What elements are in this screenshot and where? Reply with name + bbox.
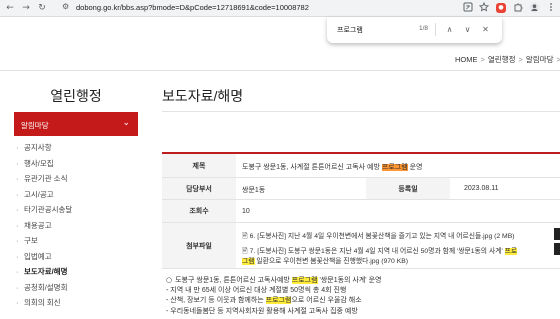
attach-label: 첨부파일 bbox=[162, 223, 236, 268]
table-row-attachments: 첨부파일 🖹 6. [도봉사진] 지난 4월 4일 우이천변에서 봄꽃산책을 즐기… bbox=[162, 223, 560, 269]
breadcrumb-divider bbox=[0, 70, 560, 71]
sidebar-item-legislation[interactable]: · 입법예고 bbox=[14, 249, 138, 265]
menu-icon[interactable] bbox=[545, 2, 557, 14]
sidebar-item-public-notice-delivery[interactable]: · 타기관공시송달 bbox=[14, 202, 138, 218]
article-body: ○ 도봉구 쌍문1동, 튼튼어르신 고독사예방 프로그램 '쌍문1동의 사계' 운… bbox=[166, 275, 560, 317]
find-bar: 프로그램 1/8 ∧ ∨ ✕ bbox=[327, 17, 502, 43]
attachment-link-7-cont[interactable]: 그램 일환으로 우이천변 봄꽃산책을 진행했다.jpg (970 KB) bbox=[242, 255, 408, 265]
body-line-1: ○ 도봉구 쌍문1동, 튼튼어르신 고독사예방 프로그램 '쌍문1동의 사계' 운… bbox=[166, 276, 382, 284]
page-title: 보도자료/해명 bbox=[162, 88, 244, 104]
breadcrumb-home[interactable]: HOME bbox=[455, 55, 478, 64]
sidebar-item-jobs[interactable]: · 채용공고 bbox=[14, 218, 138, 234]
sidebar-item-hearings[interactable]: · 공청회/설명회 bbox=[14, 280, 138, 296]
find-divider bbox=[435, 23, 436, 36]
body-line-3: - 산책, 장보기 등 이웃과 함께하는 프로그램으로 어르신 우울감 해소 bbox=[166, 297, 362, 304]
sidebar-item-announcements[interactable]: · 고시/공고 bbox=[14, 187, 138, 203]
sidebar-item-gazette[interactable]: · 구보 bbox=[14, 233, 138, 249]
file-icon: 🖹 bbox=[242, 232, 248, 240]
download-button-7[interactable] bbox=[554, 243, 560, 255]
reload-icon[interactable]: ↻ bbox=[36, 2, 48, 14]
table-row-views: 조회수 10 bbox=[162, 200, 560, 223]
date-value: 2023.08.11 bbox=[464, 185, 499, 192]
table-row-subject: 제목 도봉구 쌍문1동, 사계절 튼튼어르신 고독사 예방 프로그램 운영 bbox=[162, 154, 560, 178]
body-line-4: - 우리동네돌봄단 등 지역사회자원 활용해 사계절 고독사 집중 예방 bbox=[166, 307, 358, 315]
sidebar-list: · 공지사항 · 행사/모집 · 유관기관 소식 · 고시/공고 · 타기관공시송달 · 채… bbox=[14, 140, 138, 311]
puzzle-icon[interactable] bbox=[512, 2, 524, 14]
address-bar[interactable]: ⚙ dobong.go.kr/bbs.asp?bmode=D&pCode=127… bbox=[58, 1, 418, 15]
sidebar-active-label: 알림마당 bbox=[21, 121, 49, 130]
find-previous-icon[interactable]: ∧ bbox=[443, 23, 456, 36]
address-url[interactable]: dobong.go.kr/bbs.asp?bmode=D&pCode=12718… bbox=[76, 3, 309, 12]
sidebar-item-events[interactable]: · 행사/모집 bbox=[14, 156, 138, 172]
sidebar-item-press-releases[interactable]: · 보도자료/해명 bbox=[14, 264, 138, 280]
table-row-dept: 담당부서 쌍문1동 등록일 2023.08.11 bbox=[162, 178, 560, 200]
dept-label: 담당부서 bbox=[162, 178, 236, 199]
find-input[interactable]: 프로그램 bbox=[337, 25, 363, 35]
title-divider bbox=[162, 111, 560, 112]
back-icon[interactable]: ← bbox=[4, 2, 16, 14]
body-line-2: - 지역 내 만 65세 이상 어르신 대상 계절별 50명씩 총 4회 진행 bbox=[166, 286, 347, 294]
subject-value: 도봉구 쌍문1동, 사계절 튼튼어르신 고독사 예방 프로그램 운영 bbox=[242, 164, 423, 171]
sidebar-title: 열린행정 bbox=[50, 88, 102, 104]
sidebar-item-notices[interactable]: · 공지사항 bbox=[14, 140, 138, 156]
chevron-down-icon: ⌄ bbox=[122, 118, 130, 128]
download-button-6[interactable] bbox=[554, 228, 560, 240]
browser-toolbar: ← → ↻ ⚙ dobong.go.kr/bbs.asp?bmode=D&pCo… bbox=[0, 0, 560, 17]
site-info-icon[interactable]: ⚙ bbox=[62, 2, 69, 11]
sidebar-active-menu[interactable]: 알림마당 ⌄ bbox=[14, 112, 138, 136]
breadcrumb-open-admin[interactable]: 열린행정 bbox=[488, 55, 516, 64]
find-close-icon[interactable]: ✕ bbox=[479, 23, 492, 36]
subject-label: 제목 bbox=[162, 154, 236, 177]
file-icon: 🖹 bbox=[242, 247, 248, 255]
breadcrumb-notice[interactable]: 알림마당 bbox=[526, 55, 554, 64]
forward-icon[interactable]: → bbox=[20, 2, 32, 14]
views-label: 조회수 bbox=[162, 200, 236, 222]
find-match-count: 1/8 bbox=[419, 25, 429, 32]
breadcrumb: HOME > 열린행정 > 알림마당 > bbox=[455, 55, 560, 64]
profile-icon[interactable] bbox=[528, 2, 540, 14]
dept-value: 쌍문1동 bbox=[242, 187, 266, 194]
attachment-link-6[interactable]: 🖹 6. [도봉사진] 지난 4월 4일 우이천변에서 봄꽃산책을 즐기고 있는 … bbox=[242, 230, 515, 243]
star-icon[interactable] bbox=[478, 1, 490, 14]
sidebar-item-related-news[interactable]: · 유관기관 소식 bbox=[14, 171, 138, 187]
date-label: 등록일 bbox=[366, 178, 450, 199]
translate-icon[interactable] bbox=[462, 2, 474, 14]
find-next-icon[interactable]: ∨ bbox=[461, 23, 474, 36]
views-value: 10 bbox=[242, 208, 250, 215]
sidebar-item-council-replies[interactable]: · 의회의 회신 bbox=[14, 295, 138, 311]
extension-icon[interactable]: ● bbox=[496, 3, 506, 13]
